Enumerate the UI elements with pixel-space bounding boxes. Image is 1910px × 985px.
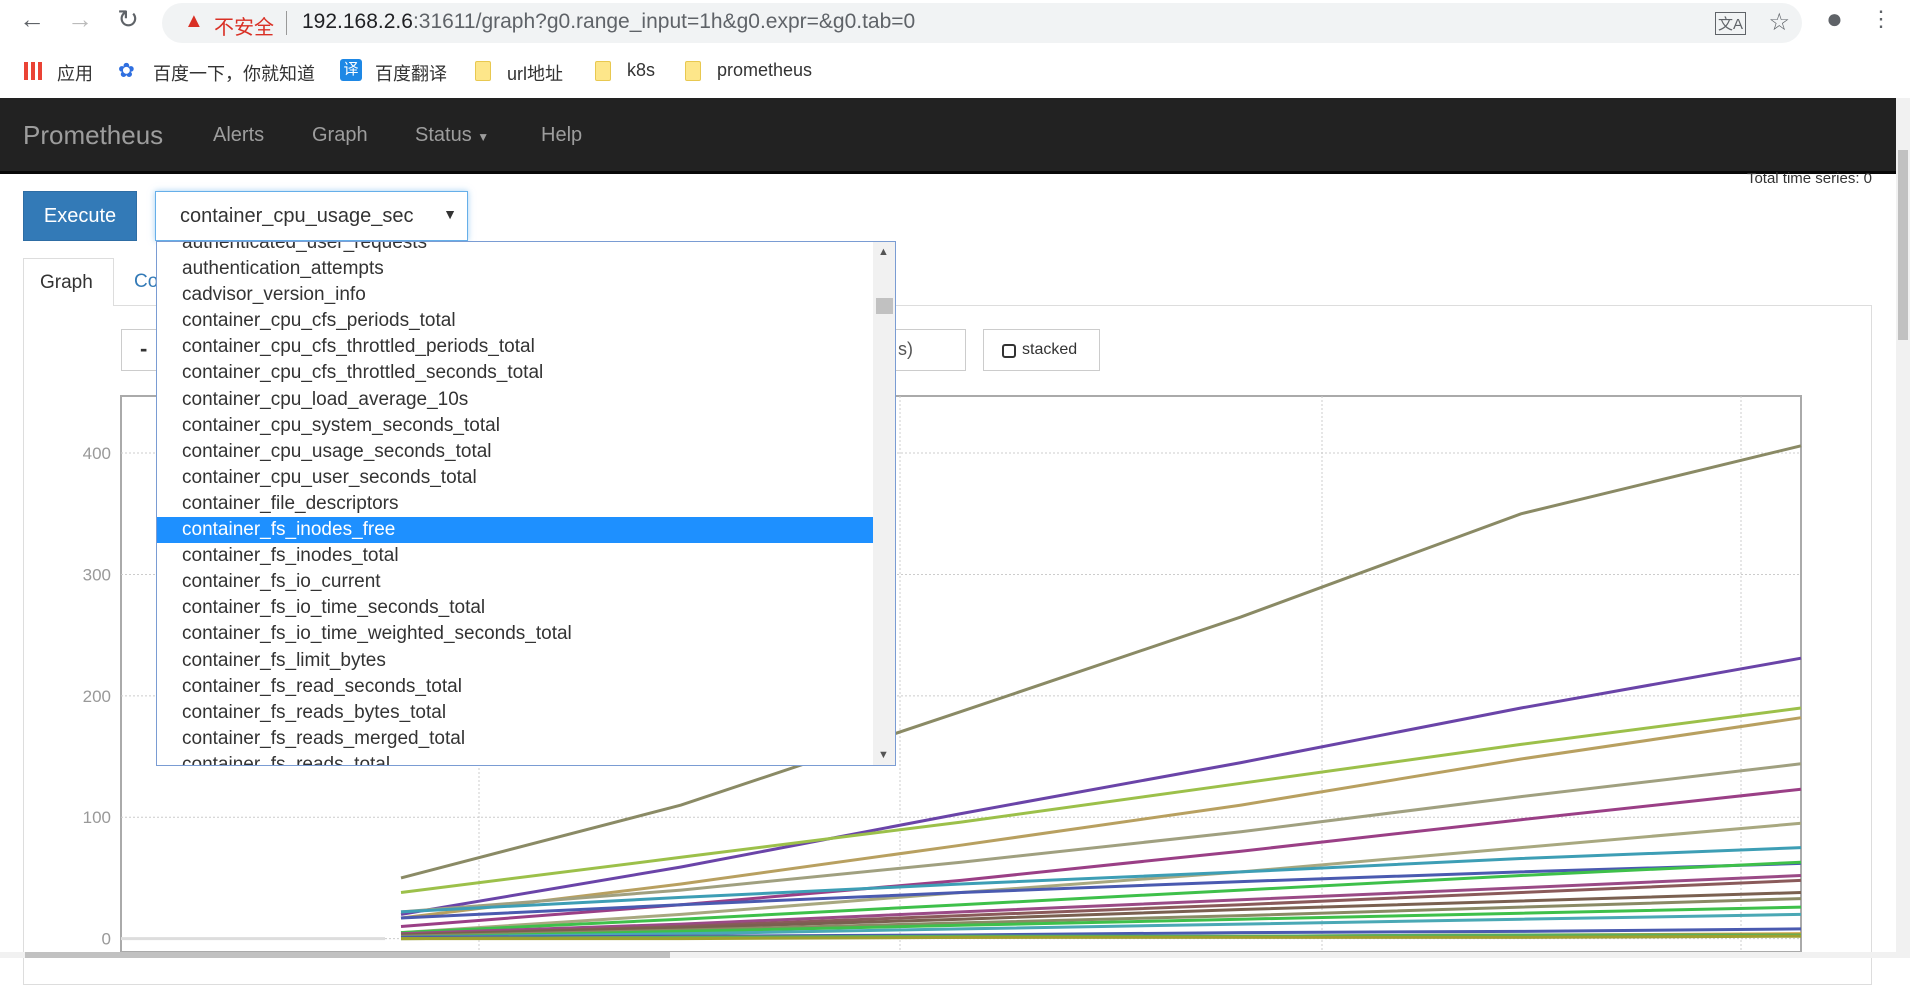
total-time-series: Total time series: 0 bbox=[1746, 170, 1872, 187]
dropdown-item[interactable]: container_fs_reads_bytes_total bbox=[157, 700, 874, 726]
horizontal-scrollbar[interactable] bbox=[0, 952, 1896, 958]
metric-select-value: container_cpu_usage_sec bbox=[180, 205, 414, 227]
bookmark-baidu-translate[interactable]: 百度翻译 bbox=[375, 60, 447, 86]
dropdown-item[interactable]: container_cpu_cfs_throttled_seconds_tota… bbox=[157, 360, 874, 386]
dropdown-item[interactable]: container_cpu_usage_seconds_total bbox=[157, 439, 874, 465]
dropdown-item[interactable]: cadvisor_version_info bbox=[157, 282, 874, 308]
folder-icon bbox=[475, 61, 491, 81]
tab-console[interactable]: Co bbox=[134, 271, 158, 293]
nav-graph[interactable]: Graph bbox=[312, 124, 368, 147]
dropdown-item[interactable]: container_fs_io_time_weighted_seconds_to… bbox=[157, 621, 874, 647]
scroll-down-icon[interactable]: ▼ bbox=[878, 749, 889, 761]
baidu-paw-icon: ✿ bbox=[118, 60, 135, 82]
page-scroll-thumb[interactable] bbox=[1898, 150, 1908, 340]
bookmarks-bar: 应用 ✿ 百度一下，你就知道 译 百度翻译 url地址 k8s promethe… bbox=[0, 48, 1910, 96]
dropdown-item[interactable]: container_fs_limit_bytes bbox=[157, 648, 874, 674]
url-host: 192.168.2.6 bbox=[302, 10, 413, 33]
url-text[interactable]: 192.168.2.6:31611/graph?g0.range_input=1… bbox=[302, 10, 915, 34]
dropdown-item[interactable]: container_fs_reads_total bbox=[157, 752, 874, 765]
dropdown-item[interactable]: container_cpu_user_seconds_total bbox=[157, 465, 874, 491]
caret-down-icon: ▼ bbox=[477, 130, 490, 144]
tab-graph[interactable]: Graph bbox=[23, 258, 114, 306]
back-icon[interactable]: ← bbox=[14, 4, 50, 35]
checkbox-icon bbox=[1002, 344, 1016, 358]
star-icon[interactable]: ☆ bbox=[1768, 8, 1790, 37]
bookmark-url[interactable]: url地址 bbox=[507, 60, 563, 86]
navbar: Prometheus Alerts Graph Status ▼ Help bbox=[0, 98, 1896, 174]
dropdown-item[interactable]: container_fs_io_current bbox=[157, 569, 874, 595]
dropdown-item[interactable]: container_cpu_load_average_10s bbox=[157, 387, 874, 413]
scroll-up-icon[interactable]: ▲ bbox=[878, 246, 889, 258]
url-path: :31611/graph?g0.range_input=1h&g0.expr=&… bbox=[412, 10, 916, 33]
stacked-label: stacked bbox=[1022, 341, 1078, 358]
nav-status-label: Status bbox=[415, 124, 472, 146]
end-time-input[interactable]: s) bbox=[898, 339, 913, 360]
decrease-range-button[interactable]: - bbox=[140, 336, 147, 362]
horizontal-scroll-thumb[interactable] bbox=[25, 952, 670, 958]
menu-icon[interactable]: ⋮ bbox=[1870, 6, 1892, 32]
account-icon[interactable]: ● bbox=[1826, 3, 1843, 35]
dropdown-item[interactable]: container_file_descriptors bbox=[157, 491, 874, 517]
bookmark-baidu[interactable]: 百度一下，你就知道 bbox=[153, 60, 315, 86]
dropdown-item[interactable]: authentication_attempts bbox=[157, 256, 874, 282]
bookmark-prometheus[interactable]: prometheus bbox=[717, 60, 812, 81]
bookmark-apps[interactable]: 应用 bbox=[57, 60, 93, 86]
dropdown-item[interactable]: container_cpu_cfs_throttled_periods_tota… bbox=[157, 334, 874, 360]
dropdown-scrollbar[interactable]: ▲ ▼ bbox=[873, 242, 895, 765]
divider bbox=[286, 11, 287, 35]
dropdown-item[interactable]: authenticated_user_requests bbox=[157, 242, 874, 256]
dropdown-scroll-thumb[interactable] bbox=[876, 298, 893, 314]
stacked-toggle[interactable]: stacked bbox=[983, 329, 1100, 371]
browser-toolbar: ← → ↻ ▲ 不安全 192.168.2.6:31611/graph?g0.r… bbox=[0, 0, 1910, 46]
dropdown-arrow-icon: ▼ bbox=[443, 206, 457, 222]
dropdown-item[interactable]: container_fs_inodes_free bbox=[157, 517, 874, 544]
dropdown-item[interactable]: container_fs_reads_merged_total bbox=[157, 726, 874, 752]
dropdown-item[interactable]: container_cpu_system_seconds_total bbox=[157, 413, 874, 439]
folder-icon bbox=[595, 61, 611, 81]
nav-help[interactable]: Help bbox=[541, 124, 582, 147]
dropdown-item[interactable]: container_fs_inodes_total bbox=[157, 543, 874, 569]
bookmark-k8s[interactable]: k8s bbox=[627, 60, 655, 81]
dropdown-item[interactable]: container_fs_read_seconds_total bbox=[157, 674, 874, 700]
nav-alerts[interactable]: Alerts bbox=[213, 124, 264, 147]
translate-icon: 译 bbox=[340, 59, 362, 81]
dropdown-item[interactable]: container_fs_io_time_seconds_total bbox=[157, 595, 874, 621]
apps-grid-icon bbox=[24, 62, 42, 80]
dropdown-item[interactable]: container_cpu_cfs_periods_total bbox=[157, 308, 874, 334]
security-label[interactable]: 不安全 bbox=[214, 11, 274, 40]
metric-dropdown-list[interactable]: authenticated_user_requests authenticatio… bbox=[156, 241, 896, 766]
address-bar[interactable]: ▲ 不安全 192.168.2.6:31611/graph?g0.range_i… bbox=[162, 3, 1802, 43]
folder-icon bbox=[685, 61, 701, 81]
execute-button[interactable]: Execute bbox=[23, 191, 137, 241]
reload-icon[interactable]: ↻ bbox=[110, 4, 146, 35]
nav-status[interactable]: Status ▼ bbox=[415, 124, 489, 147]
translate-page-icon[interactable]: 文A bbox=[1714, 12, 1746, 35]
warning-icon[interactable]: ▲ bbox=[184, 10, 204, 33]
page-scrollbar[interactable] bbox=[1896, 98, 1910, 958]
brand[interactable]: Prometheus bbox=[23, 120, 163, 151]
metric-select[interactable]: container_cpu_usage_sec ▼ bbox=[155, 191, 468, 241]
forward-icon[interactable]: → bbox=[62, 4, 98, 35]
